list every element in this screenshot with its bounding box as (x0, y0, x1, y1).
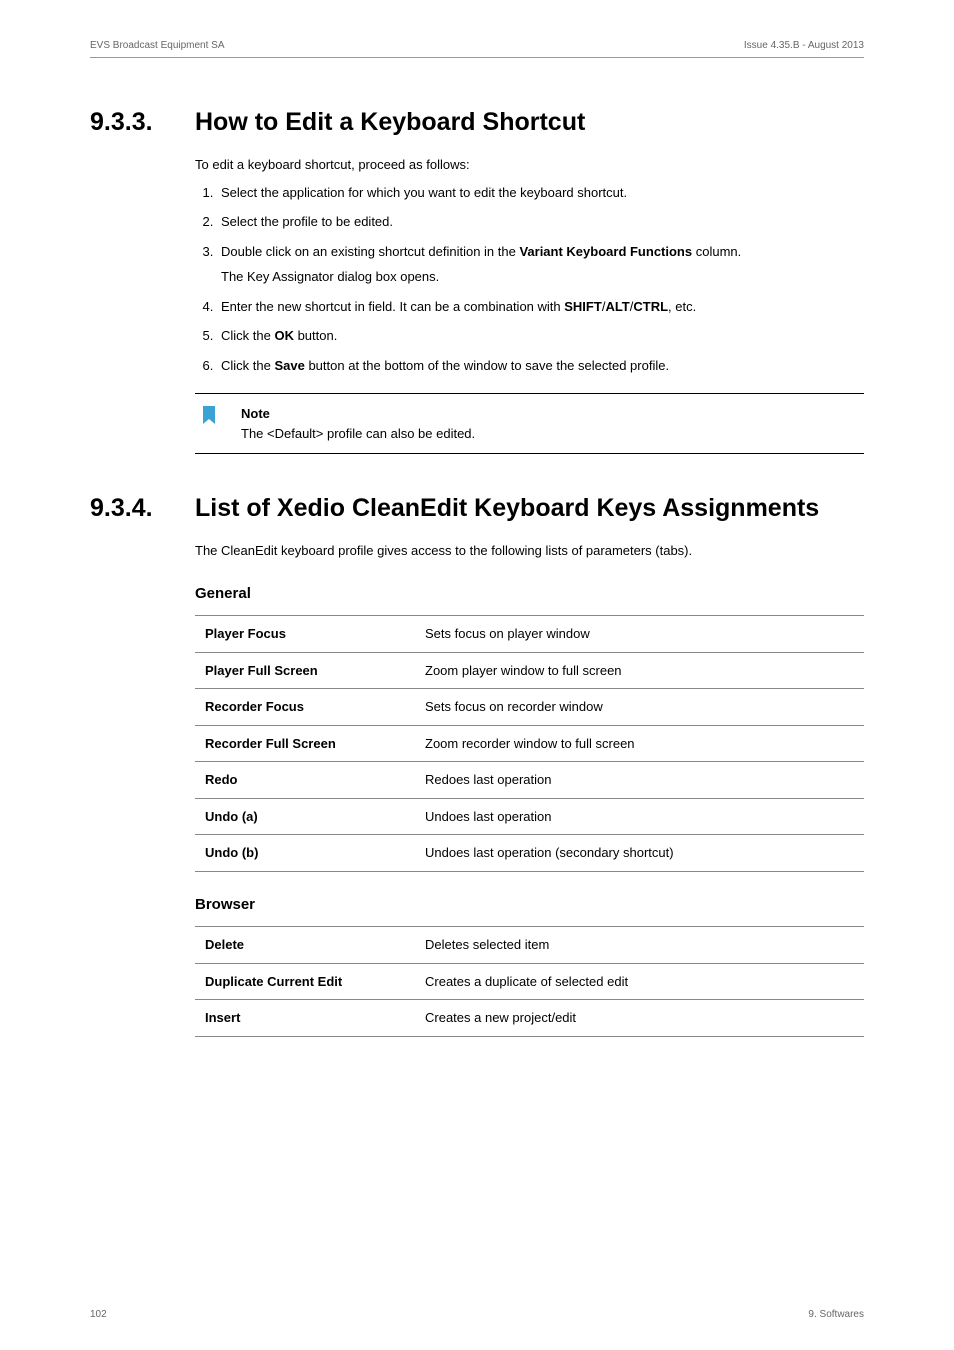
step-1: Select the application for which you wan… (217, 183, 864, 203)
table-row: Player Full ScreenZoom player window to … (195, 652, 864, 689)
browser-table: DeleteDeletes selected item Duplicate Cu… (195, 926, 864, 1037)
step-6-bold: Save (274, 358, 304, 373)
note-text: Note The <Default> profile can also be e… (241, 404, 864, 443)
note-body: The <Default> profile can also be edited… (241, 426, 475, 441)
table-key: Player Focus (195, 616, 415, 653)
step-4-bold-f: CTRL (633, 299, 668, 314)
general-table: Player FocusSets focus on player window … (195, 615, 864, 872)
step-4-bold-b: SHIFT (564, 299, 602, 314)
table-key: Undo (a) (195, 798, 415, 835)
step-5-bold: OK (274, 328, 294, 343)
step-5-text-a: Click the (221, 328, 274, 343)
header-left: EVS Broadcast Equipment SA (90, 40, 225, 51)
section-1-content: To edit a keyboard shortcut, proceed as … (195, 155, 864, 454)
general-heading: General (195, 583, 864, 606)
section-1-intro: To edit a keyboard shortcut, proceed as … (195, 155, 864, 175)
note-box: Note The <Default> profile can also be e… (195, 393, 864, 454)
step-4-text-a: Enter the new shortcut in field. It can … (221, 299, 564, 314)
bookmark-icon (201, 406, 217, 426)
table-row: DeleteDeletes selected item (195, 927, 864, 964)
section-2-number: 9.3.4. (90, 494, 195, 523)
step-5-text-c: button. (294, 328, 337, 343)
table-val: Creates a duplicate of selected edit (415, 963, 864, 1000)
step-3-bold: Variant Keyboard Functions (519, 244, 692, 259)
table-row: Duplicate Current EditCreates a duplicat… (195, 963, 864, 1000)
section-1-number: 9.3.3. (90, 108, 195, 137)
table-val: Creates a new project/edit (415, 1000, 864, 1037)
document-page: EVS Broadcast Equipment SA Issue 4.35.B … (0, 0, 954, 1350)
table-row: InsertCreates a new project/edit (195, 1000, 864, 1037)
table-val: Sets focus on player window (415, 616, 864, 653)
table-val: Redoes last operation (415, 762, 864, 799)
step-6-text-a: Click the (221, 358, 274, 373)
table-val: Deletes selected item (415, 927, 864, 964)
table-key: Recorder Full Screen (195, 725, 415, 762)
footer-section: 9. Softwares (808, 1309, 864, 1320)
section-1-heading: 9.3.3. How to Edit a Keyboard Shortcut (90, 108, 864, 137)
table-row: Undo (b)Undoes last operation (secondary… (195, 835, 864, 872)
page-number: 102 (90, 1309, 107, 1320)
section-2-content: The CleanEdit keyboard profile gives acc… (195, 541, 864, 1037)
header-right: Issue 4.35.B - August 2013 (744, 40, 864, 51)
section-2-heading: 9.3.4. List of Xedio CleanEdit Keyboard … (90, 494, 864, 523)
step-6-text-c: button at the bottom of the window to sa… (305, 358, 669, 373)
section-1-title: How to Edit a Keyboard Shortcut (195, 108, 585, 137)
table-key: Undo (b) (195, 835, 415, 872)
table-key: Duplicate Current Edit (195, 963, 415, 1000)
table-row: Undo (a)Undoes last operation (195, 798, 864, 835)
table-val: Undoes last operation (secondary shortcu… (415, 835, 864, 872)
note-marker (195, 404, 241, 443)
table-val: Zoom recorder window to full screen (415, 725, 864, 762)
browser-heading: Browser (195, 894, 864, 917)
table-key: Player Full Screen (195, 652, 415, 689)
running-header: EVS Broadcast Equipment SA Issue 4.35.B … (90, 40, 864, 58)
step-3: Double click on an existing shortcut def… (217, 242, 864, 287)
note-title: Note (241, 404, 864, 424)
step-3-text-a: Double click on an existing shortcut def… (221, 244, 519, 259)
step-2: Select the profile to be edited. (217, 212, 864, 232)
table-key: Insert (195, 1000, 415, 1037)
step-6: Click the Save button at the bottom of t… (217, 356, 864, 376)
table-key: Recorder Focus (195, 689, 415, 726)
step-3-text-c: column. (692, 244, 741, 259)
section-2-intro: The CleanEdit keyboard profile gives acc… (195, 541, 864, 561)
table-row: RedoRedoes last operation (195, 762, 864, 799)
running-footer: 102 9. Softwares (90, 1309, 864, 1320)
step-3-substep: The Key Assignator dialog box opens. (221, 267, 864, 287)
table-row: Player FocusSets focus on player window (195, 616, 864, 653)
step-4-bold-d: ALT (605, 299, 629, 314)
section-1-steps: Select the application for which you wan… (195, 183, 864, 376)
table-key: Redo (195, 762, 415, 799)
step-4: Enter the new shortcut in field. It can … (217, 297, 864, 317)
table-row: Recorder FocusSets focus on recorder win… (195, 689, 864, 726)
table-key: Delete (195, 927, 415, 964)
table-row: Recorder Full ScreenZoom recorder window… (195, 725, 864, 762)
table-val: Sets focus on recorder window (415, 689, 864, 726)
section-2-title: List of Xedio CleanEdit Keyboard Keys As… (195, 494, 819, 523)
step-4-text-g: , etc. (668, 299, 696, 314)
table-val: Zoom player window to full screen (415, 652, 864, 689)
table-val: Undoes last operation (415, 798, 864, 835)
step-5: Click the OK button. (217, 326, 864, 346)
